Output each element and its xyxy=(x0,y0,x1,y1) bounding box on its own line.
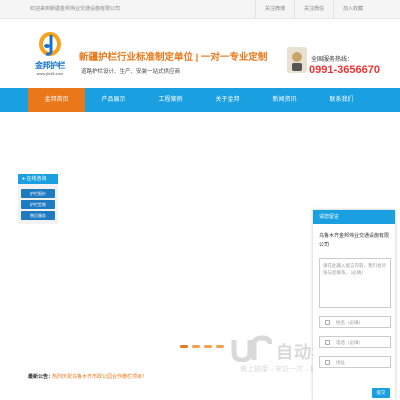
chat-icon: ● xyxy=(22,176,26,182)
message-title: 请您留言 xyxy=(313,210,395,224)
site-logo[interactable]: 金邦护栏 www.jbhl6.com xyxy=(30,31,70,79)
submit-button[interactable]: 提交 xyxy=(372,388,390,398)
top-bar: 欢迎来到新疆金邦伟业交通设施有限公司 关注微博 关注微信 加入收藏 xyxy=(0,0,400,19)
top-links: 关注微博 关注微信 加入收藏 xyxy=(254,0,372,18)
header: 金邦护栏 www.jbhl6.com 新疆护栏行业标准制定单位 | 一对一专业定… xyxy=(0,19,400,88)
quote-button[interactable]: 护栏报价 xyxy=(21,189,55,198)
nav-item-about[interactable]: 关于金邦 xyxy=(199,88,256,112)
location-icon xyxy=(325,360,330,365)
nav-item-cases[interactable]: 工程案例 xyxy=(142,88,199,112)
watermark-logo-icon xyxy=(231,335,272,362)
nav-item-contact[interactable]: 联系我们 xyxy=(313,88,370,112)
nav-item-products[interactable]: 产品展示 xyxy=(85,88,142,112)
hotline-label: 全国服务热线： xyxy=(311,57,354,63)
logo-url: www.jbhl6.com xyxy=(36,71,64,76)
logo-name: 金邦护栏 xyxy=(35,61,66,70)
online-service-panel: ● 在线咨询 护栏报价 护栏定制 售后服务 xyxy=(18,174,58,224)
main-nav: 金邦首页 产品展示 工程案例 关于金邦 新闻资讯 联系我们 xyxy=(0,88,400,112)
message-company: 乌鲁木齐金邦伟业交通设施有限公司 xyxy=(319,233,390,248)
message-box: 请您留言 乌鲁木齐金邦伟业交通设施有限公司 请在此输入留言内容，我们会尽快与您联… xyxy=(313,210,395,400)
phone-small-icon xyxy=(325,340,330,345)
main-slogan: 新疆护栏行业标准制定单位 | 一对一专业定制 xyxy=(79,52,268,63)
phone-icon xyxy=(287,47,307,73)
online-service-title: ● 在线咨询 xyxy=(18,174,58,184)
pager-dot[interactable] xyxy=(204,345,212,348)
address-field[interactable]: 地址 xyxy=(319,356,391,368)
sub-slogan: 道路护栏设计、生产、安装一站式供应商 xyxy=(81,69,181,75)
logo-mark-icon xyxy=(39,32,61,56)
pager-dot[interactable] xyxy=(192,345,200,348)
address-placeholder: 地址 xyxy=(336,360,345,365)
banner-pager xyxy=(180,345,224,348)
nav-item-news[interactable]: 新闻资讯 xyxy=(256,88,313,112)
add-favorite-link[interactable]: 加入收藏 xyxy=(332,0,372,18)
phone-field[interactable]: 电话（必填） xyxy=(319,336,391,348)
notice-text[interactable]: 热烈庆祝乌鲁木齐市政公园合作栅栏项目！ xyxy=(52,373,147,380)
user-icon xyxy=(325,320,330,325)
customize-button[interactable]: 护栏定制 xyxy=(21,200,55,209)
follow-wechat-link[interactable]: 关注微信 xyxy=(293,0,333,18)
name-placeholder: 姓名（必填） xyxy=(336,320,363,325)
online-service-label: 在线咨询 xyxy=(26,176,47,182)
after-sales-button[interactable]: 售后服务 xyxy=(21,211,55,220)
pager-dot[interactable] xyxy=(216,345,224,348)
phone-placeholder: 电话（必填） xyxy=(336,340,363,345)
notice-label: 最新公告： xyxy=(28,374,54,380)
follow-weibo-link[interactable]: 关注微博 xyxy=(254,0,294,18)
nav-item-home[interactable]: 金邦首页 xyxy=(28,88,85,112)
message-textarea[interactable]: 请在此输入留言内容，我们会尽快与您联系。（必填） xyxy=(319,258,391,308)
welcome-text: 欢迎来到新疆金邦伟业交通设施有限公司 xyxy=(30,6,121,12)
name-field[interactable]: 姓名（必填） xyxy=(319,316,391,328)
pager-dot[interactable] xyxy=(180,345,188,348)
hotline-number: 0991-3656670 xyxy=(309,64,380,76)
